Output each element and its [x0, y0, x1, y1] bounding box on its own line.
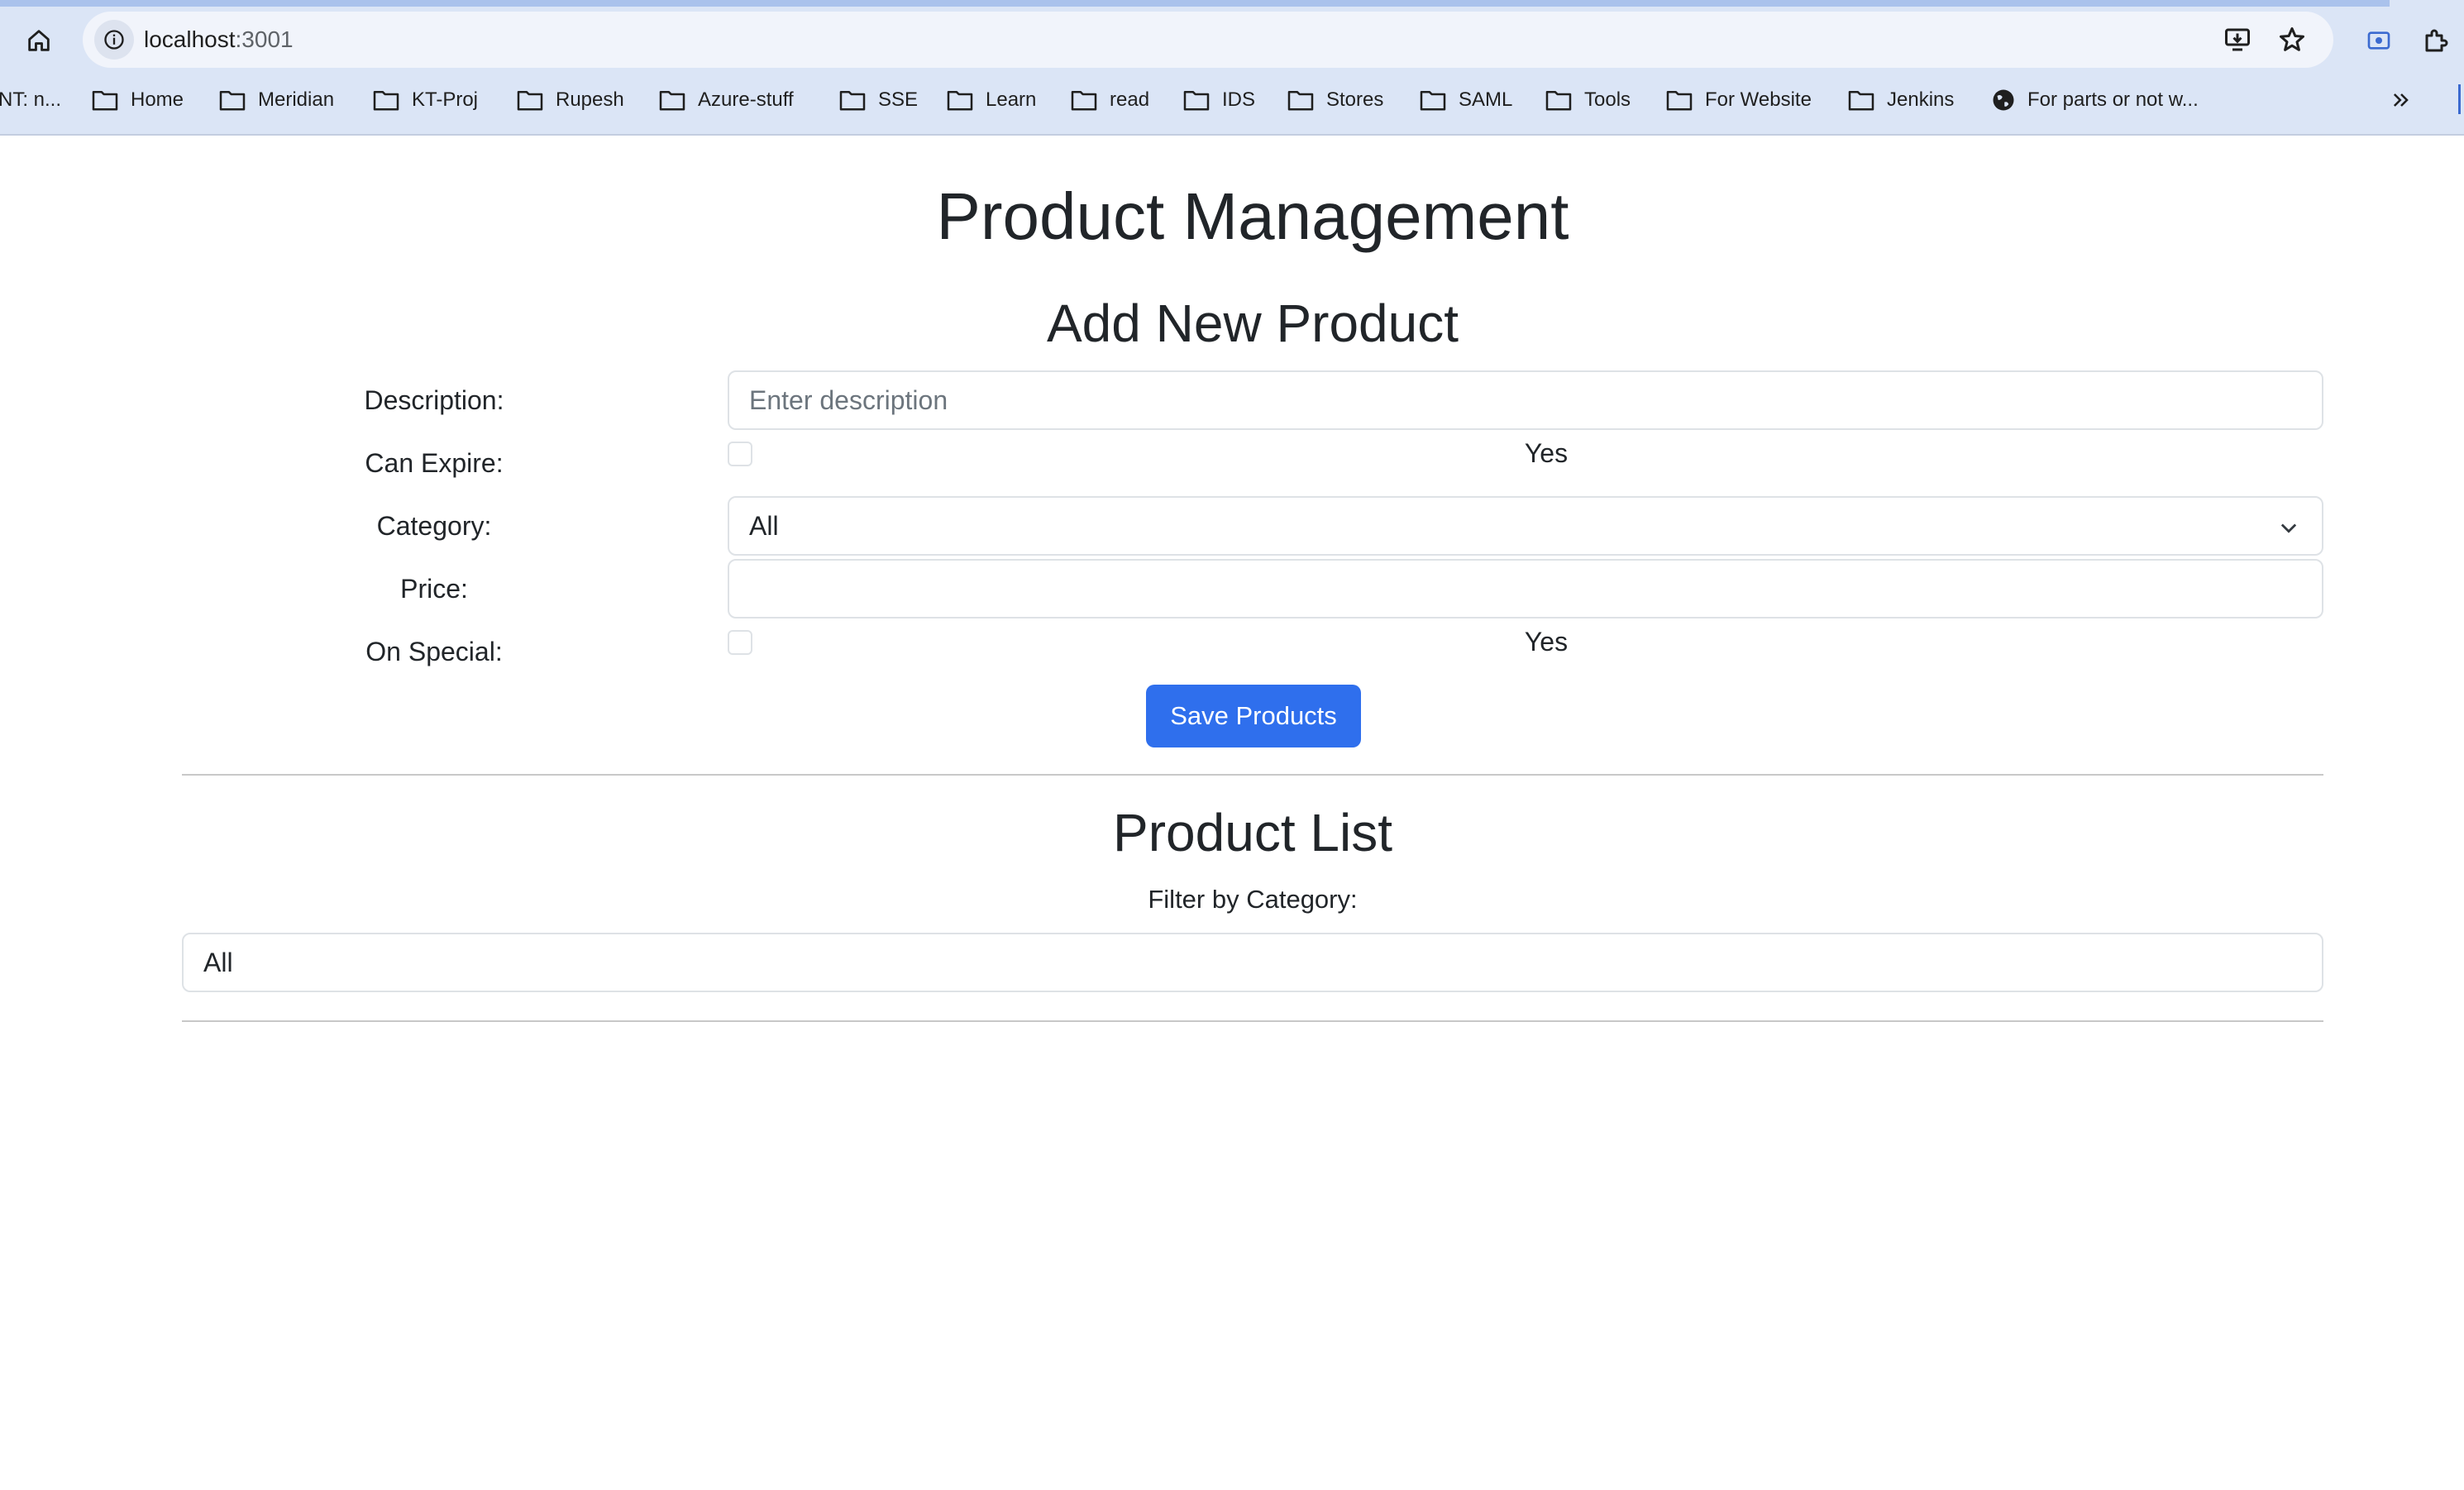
product-list-heading: Product List	[1113, 803, 1392, 862]
bookmark-label: KT-Proj	[412, 88, 479, 111]
bookmark-item[interactable]: Azure-stuff	[658, 79, 794, 121]
bookmark-label: read	[1110, 88, 1150, 111]
on-special-checkbox[interactable]	[728, 630, 752, 655]
list-divider	[182, 1020, 2323, 1022]
bookmark-item[interactable]: Home	[91, 79, 184, 121]
folder-icon	[1420, 90, 1446, 111]
bookmark-label: SAML	[1459, 88, 1513, 111]
bookmark-item[interactable]: Learn	[946, 79, 1036, 121]
bookmark-label: For Website	[1705, 88, 1812, 111]
screen-capture-extension-icon[interactable]	[2358, 20, 2400, 61]
folder-icon	[1287, 90, 1314, 111]
bookmark-item[interactable]: read	[1070, 79, 1149, 121]
install-app-icon[interactable]	[2219, 21, 2256, 58]
folder-icon	[947, 90, 973, 111]
bookmark-label: Stores	[1326, 88, 1384, 111]
url-text[interactable]: localhost:3001	[144, 12, 294, 68]
price-label: Price:	[400, 574, 468, 604]
bookmark-label: Learn	[986, 88, 1037, 111]
category-select[interactable]: All	[728, 496, 2323, 556]
folder-icon	[1183, 90, 1210, 111]
bookmark-label: NT: n...	[0, 88, 62, 111]
bookmark-label: SSE	[878, 88, 919, 111]
can-expire-label: Can Expire:	[365, 448, 504, 478]
folder-icon	[1666, 90, 1693, 111]
bookmark-label: Jenkins	[1887, 88, 1955, 111]
folder-icon	[839, 90, 866, 111]
can-expire-checkbox[interactable]	[728, 442, 752, 466]
folder-icon	[517, 90, 543, 111]
can-expire-option-label: Yes	[1524, 438, 1569, 468]
description-label: Description:	[364, 385, 504, 415]
url-port: :3001	[235, 26, 294, 52]
filter-category-select[interactable]: All	[182, 933, 2323, 992]
page-title: Product Management	[936, 179, 1569, 253]
bookmarks-bar: NT: n... Home Meridian KT-Proj Rupesh Az…	[0, 79, 2464, 121]
folder-icon	[1071, 90, 1097, 111]
section-divider	[182, 774, 2323, 776]
bookmark-item[interactable]: KT-Proj	[372, 79, 478, 121]
filter-selected-value: All	[203, 948, 233, 977]
folder-icon	[373, 90, 399, 111]
on-special-option-label: Yes	[1524, 627, 1569, 657]
description-input[interactable]: Enter description	[728, 370, 2323, 430]
bookmark-label: Meridian	[258, 88, 335, 111]
bookmark-item[interactable]: For Website	[1665, 79, 1812, 121]
folder-icon	[1848, 90, 1874, 111]
bookmark-label: For parts or not w...	[2027, 88, 2199, 111]
bookmark-item[interactable]: Rupesh	[516, 79, 624, 121]
url-host: localhost	[144, 26, 236, 52]
bookmark-item[interactable]: IDS	[1182, 79, 1255, 121]
folder-icon	[92, 90, 118, 111]
description-placeholder: Enter description	[749, 385, 948, 415]
bookmark-item[interactable]: For parts or not w...	[1991, 79, 2199, 121]
page-content: Product Management Add New Product Descr…	[0, 136, 2464, 1490]
more-bookmarks-chevron-icon[interactable]	[2390, 79, 2413, 121]
address-bar[interactable]: localhost:3001	[83, 12, 2333, 68]
browser-chrome: localhost:3001 NT: n... Home Meridian KT…	[0, 0, 2464, 136]
bookmark-item[interactable]: Jenkins	[1847, 79, 1954, 121]
side-panel-indicator	[2458, 84, 2461, 114]
category-label: Category:	[376, 511, 492, 541]
price-input[interactable]	[728, 559, 2323, 618]
home-icon[interactable]	[18, 20, 60, 61]
bookmark-label: IDS	[1222, 88, 1256, 111]
bookmark-label: Home	[131, 88, 184, 111]
globe-icon	[1993, 89, 2014, 111]
bookmark-label: Azure-stuff	[698, 88, 794, 111]
save-products-button[interactable]: Save Products	[1146, 685, 1361, 747]
add-product-heading: Add New Product	[1046, 294, 1459, 353]
folder-icon	[219, 90, 246, 111]
site-info-icon[interactable]	[94, 20, 134, 60]
bookmark-label: Rupesh	[556, 88, 624, 111]
bookmark-item[interactable]: SSE	[838, 79, 918, 121]
bookmark-item[interactable]: NT: n...	[0, 79, 61, 121]
bookmark-star-icon[interactable]	[2274, 21, 2310, 58]
tab-strip-edge	[0, 0, 2390, 7]
folder-icon	[659, 90, 685, 111]
bookmark-item[interactable]: Stores	[1287, 79, 1383, 121]
category-selected-value: All	[749, 511, 779, 541]
folder-icon	[1545, 90, 1572, 111]
bookmark-item[interactable]: Tools	[1545, 79, 1631, 121]
filter-category-label: Filter by Category:	[1148, 885, 1358, 914]
bookmark-item[interactable]: Meridian	[218, 79, 334, 121]
extensions-puzzle-icon[interactable]	[2416, 20, 2457, 61]
chevron-down-icon	[2280, 523, 2297, 533]
on-special-label: On Special:	[365, 637, 503, 666]
bookmark-label: Tools	[1584, 88, 1631, 111]
bookmark-item[interactable]: SAML	[1419, 79, 1512, 121]
